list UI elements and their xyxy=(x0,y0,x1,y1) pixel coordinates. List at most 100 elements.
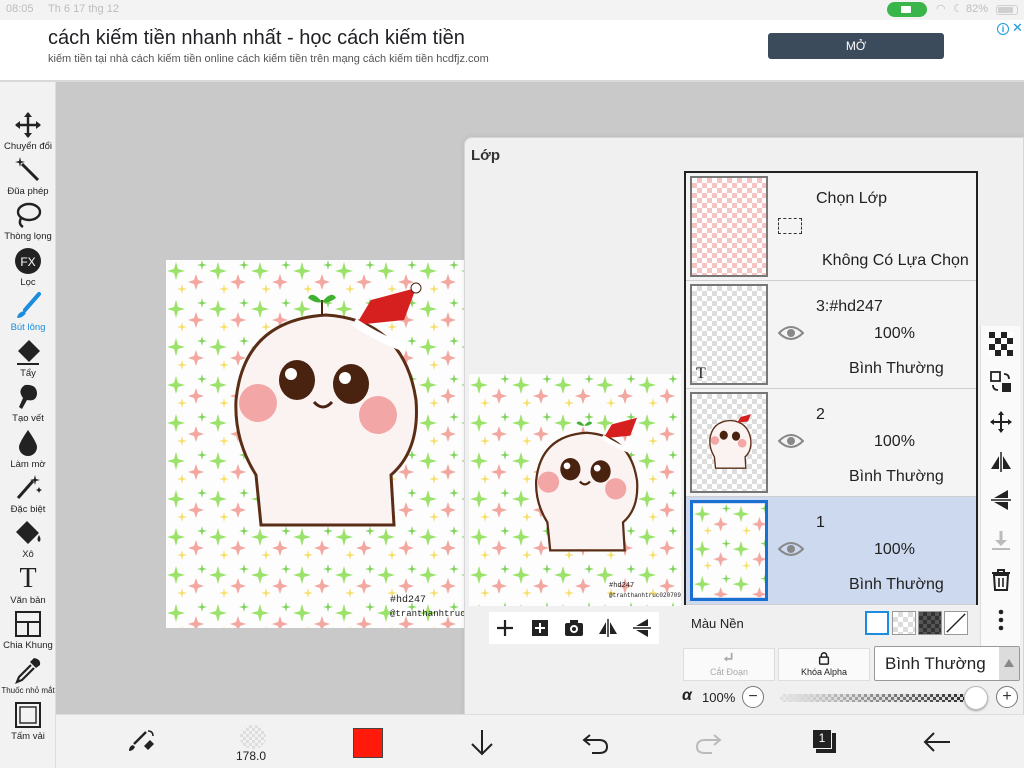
clip-label: Cắt Đoạn xyxy=(709,667,749,677)
tool-lasso[interactable]: Thòng lọng xyxy=(0,200,56,242)
checkerboard-icon[interactable] xyxy=(989,332,1013,356)
move-icon xyxy=(15,112,41,138)
tool-frame-divider[interactable]: Chia Khung xyxy=(0,609,56,651)
alpha-lock-label: Khóa Alpha xyxy=(800,667,848,677)
add-layer-icon[interactable] xyxy=(494,617,516,639)
opacity-increase-button[interactable]: + xyxy=(996,686,1018,708)
tool-canvas[interactable]: Tấm vải xyxy=(0,700,56,742)
background-none-swatch[interactable] xyxy=(944,611,968,635)
add-layer-square-icon[interactable] xyxy=(529,617,551,639)
tool-label: Đặc biệt xyxy=(10,504,46,515)
background-white-swatch[interactable] xyxy=(865,611,889,635)
tool-filter[interactable]: FX Lọc xyxy=(0,246,56,288)
move-icon[interactable] xyxy=(989,410,1013,434)
tool-magic-wand[interactable]: Đũa phép xyxy=(0,155,56,197)
background-transparent-swatch[interactable] xyxy=(892,611,916,635)
eraser-icon xyxy=(17,340,40,365)
canvas-preview[interactable]: #hd247 @tranthanhtruc020709 xyxy=(469,374,681,606)
layer-panel-title: Lớp xyxy=(471,147,500,164)
info-icon[interactable]: i xyxy=(997,23,1009,35)
tool-eraser[interactable]: Tẩy xyxy=(0,337,56,379)
brush-size-value: 178.0 xyxy=(236,749,267,763)
flip-vertical-icon[interactable] xyxy=(631,617,653,639)
layer-row[interactable]: 2 100% Bình Thường xyxy=(686,389,976,497)
layer-actions-column xyxy=(980,326,1020,648)
blend-mode-select[interactable]: Bình Thường xyxy=(874,646,1020,681)
ad-title[interactable]: cách kiếm tiền nhanh nhất - học cách kiế… xyxy=(48,27,465,50)
tool-label: Đũa phép xyxy=(7,186,49,197)
tool-label: Chia Khung xyxy=(3,640,53,651)
ad-subtitle: kiếm tiền tại nhà cách kiếm tiền online … xyxy=(48,53,489,65)
selection-layer[interactable]: Chọn Lớp Không Có Lựa Chọn xyxy=(686,173,976,281)
canvas-icon xyxy=(15,702,41,728)
tool-smudge[interactable]: Tạo vết xyxy=(0,382,56,424)
layer-blend-mode: Bình Thường xyxy=(849,468,944,485)
arrow-down-icon[interactable] xyxy=(467,727,497,757)
brush-icon xyxy=(17,292,41,318)
eye-icon[interactable] xyxy=(778,325,804,341)
tool-label: Tẩy xyxy=(20,368,36,379)
flip-horizontal-icon[interactable] xyxy=(989,450,1013,474)
layer-opacity: 100% xyxy=(874,541,915,558)
tool-eyedropper[interactable]: Thuốc nhỏ mắt xyxy=(0,655,56,695)
clip-button[interactable]: Cắt Đoạn xyxy=(683,648,775,681)
background-dark-swatch[interactable] xyxy=(918,611,942,635)
transform-icon[interactable] xyxy=(989,370,1013,394)
tool-label: Lọc xyxy=(20,277,36,288)
layer-row-selected[interactable]: 1 100% Bình Thường xyxy=(686,497,976,605)
close-icon[interactable]: ✕ xyxy=(1012,20,1023,36)
artwork-canvas[interactable]: #hd247 @tranthanhtruc020709 xyxy=(166,260,502,628)
fx-text: FX xyxy=(20,255,35,269)
tool-special[interactable]: Đặc biệt xyxy=(0,473,56,515)
eye-icon[interactable] xyxy=(778,541,804,557)
tool-label: Chuyển đổi xyxy=(3,141,53,152)
undo-icon[interactable] xyxy=(580,727,610,757)
screen-record-indicator-icon[interactable] xyxy=(887,2,927,17)
redo-icon[interactable] xyxy=(694,727,724,757)
alpha-value: 100% xyxy=(702,690,736,705)
more-icon[interactable] xyxy=(989,608,1013,632)
flip-vertical-icon[interactable] xyxy=(989,488,1013,512)
ad-open-button[interactable]: MỞ xyxy=(768,33,944,59)
opacity-decrease-button[interactable]: − xyxy=(742,686,764,708)
color-swatch[interactable] xyxy=(353,728,383,758)
magic-wand-icon xyxy=(15,157,40,182)
alpha-lock-button[interactable]: Khóa Alpha xyxy=(778,648,870,681)
tool-label: Bút lông xyxy=(10,322,46,333)
tool-label: Thuốc nhỏ mắt xyxy=(1,686,55,695)
layers-button[interactable]: 1 xyxy=(812,729,836,753)
eye-icon[interactable] xyxy=(778,433,804,449)
layer-blend-mode: Bình Thường xyxy=(849,360,944,377)
merge-down-icon[interactable] xyxy=(989,528,1013,552)
eyedropper-icon xyxy=(15,658,41,684)
tool-text[interactable]: T Văn bản xyxy=(0,564,56,607)
tool-brush[interactable]: Bút lông xyxy=(0,291,56,333)
opacity-slider-knob[interactable] xyxy=(964,686,988,710)
back-arrow-icon[interactable] xyxy=(922,727,952,757)
layer-row[interactable]: T 3:#hd247 100% Bình Thường xyxy=(686,281,976,389)
alpha-symbol: α xyxy=(682,687,692,704)
tool-blur[interactable]: Làm mờ xyxy=(0,428,56,470)
tool-transform[interactable]: Chuyển đổi xyxy=(0,110,56,152)
chevron-up-icon xyxy=(999,647,1019,680)
selection-marquee-icon xyxy=(778,218,802,234)
tool-bucket[interactable]: Xô xyxy=(0,518,56,560)
layer-list: Chọn Lớp Không Có Lựa Chọn T 3:#hd247 10… xyxy=(684,171,978,605)
wifi-icon: ◠ xyxy=(936,3,946,15)
ad-banner[interactable]: cách kiếm tiền nhanh nhất - học cách kiế… xyxy=(0,20,1024,82)
opacity-slider[interactable] xyxy=(780,694,976,702)
special-icon xyxy=(16,475,42,499)
flip-horizontal-icon[interactable] xyxy=(597,617,619,639)
layer-thumbnail xyxy=(690,500,768,601)
frame-divider-icon xyxy=(15,611,41,637)
layer-name: 1 xyxy=(816,514,825,531)
fx-icon: FX xyxy=(15,248,41,274)
layer-name: 3:#hd247 xyxy=(816,298,883,315)
tool-sidebar: Chuyển đổi Đũa phép Thòng lọng FX Lọc Bú… xyxy=(0,82,56,768)
trash-icon[interactable] xyxy=(989,568,1013,592)
text-layer-glyph: T xyxy=(696,365,706,382)
camera-icon[interactable] xyxy=(563,617,585,639)
brush-eraser-swap-icon[interactable] xyxy=(126,727,156,757)
blend-mode-value: Bình Thường xyxy=(885,654,986,673)
brush-size-button[interactable]: 178.0 xyxy=(232,723,272,763)
